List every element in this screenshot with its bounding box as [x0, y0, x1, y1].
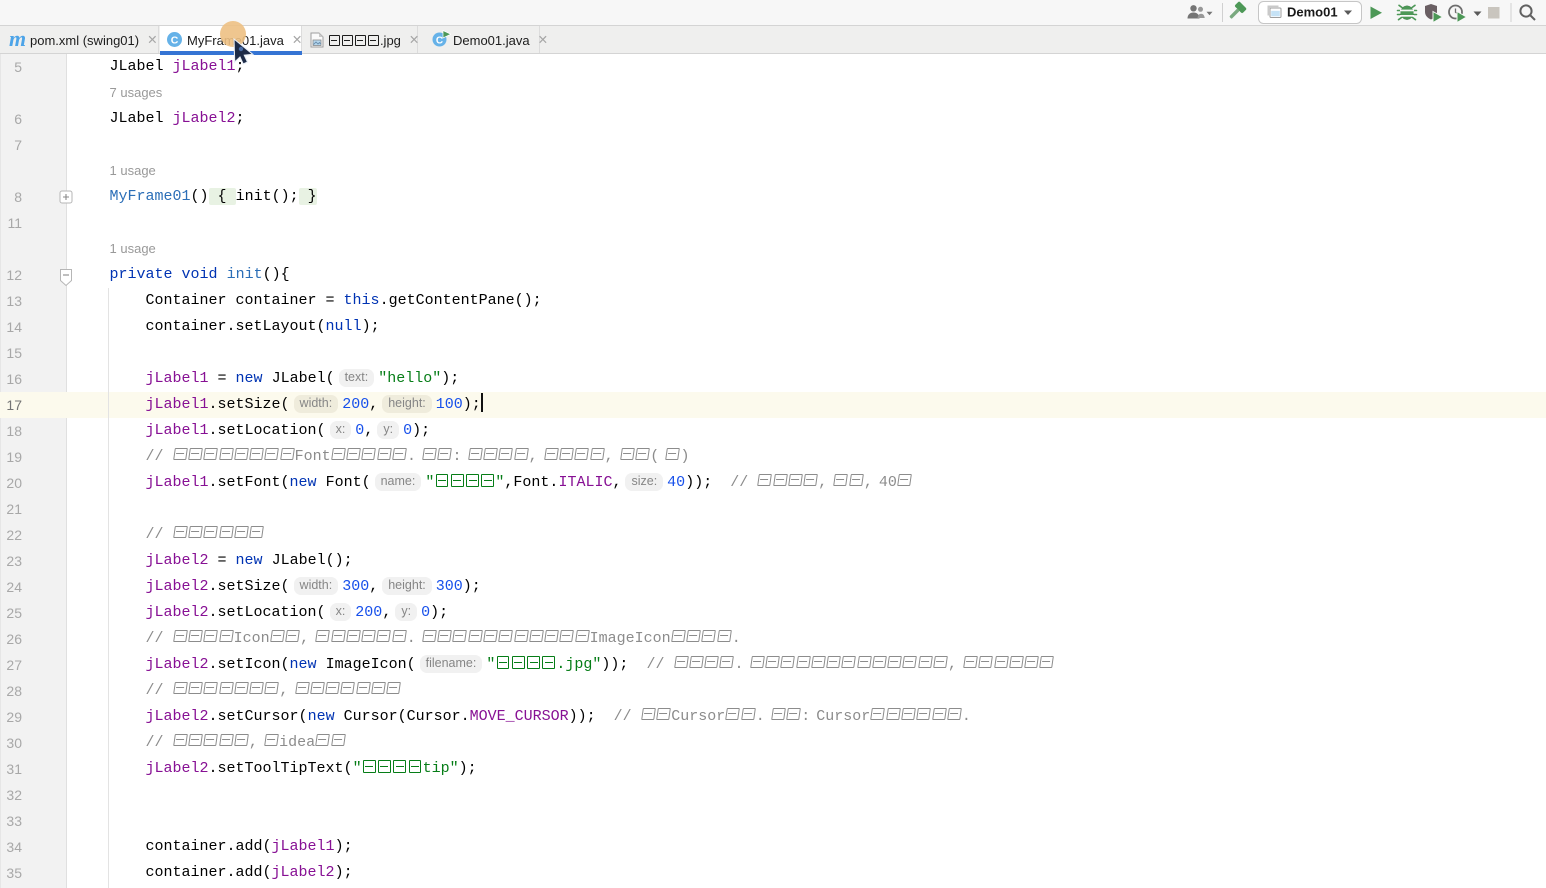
svg-text:C: C [171, 35, 179, 47]
svg-text:C: C [436, 35, 443, 46]
svg-text:Demo01: Demo01 [1287, 5, 1338, 20]
